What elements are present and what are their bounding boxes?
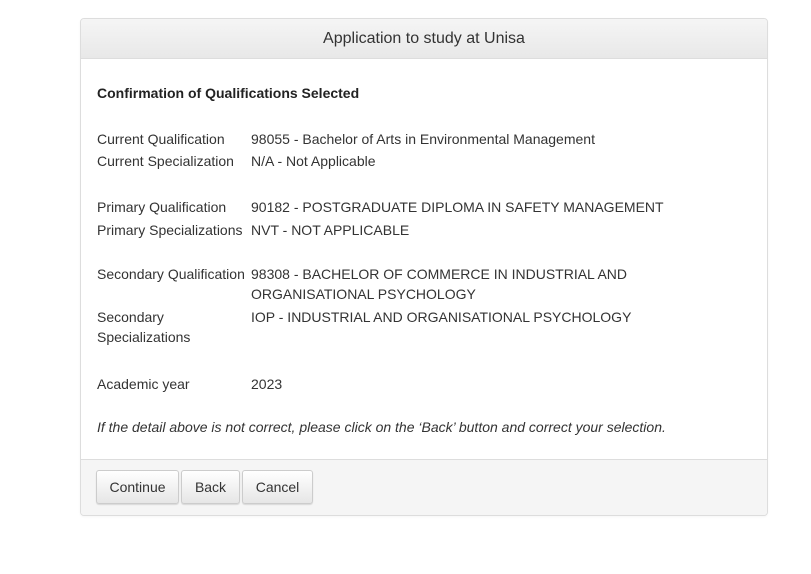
primary-qualification-label: Primary Qualification	[97, 199, 227, 215]
primary-qualification-value: 90182 - POSTGRADUATE DIPLOMA IN SAFETY M…	[251, 199, 664, 215]
secondary-qualification-value: 98308 - BACHELOR OF COMMERCE IN INDUSTRI…	[251, 266, 628, 302]
application-panel: Application to study at Unisa Confirmati…	[80, 18, 768, 516]
panel-header: Application to study at Unisa	[81, 19, 767, 59]
back-button[interactable]: Back	[181, 470, 240, 504]
current-specialization-value: N/A - Not Applicable	[251, 153, 376, 169]
secondary-specializations-label: Secondary Specializations	[97, 309, 191, 345]
section-title: Confirmation of Qualifications Selected	[97, 85, 360, 101]
primary-specializations-value: NVT - NOT APPLICABLE	[251, 222, 410, 238]
current-specialization-row: Current Specialization N/A - Not Applica…	[97, 151, 737, 171]
secondary-qualification-label: Secondary Qualification	[97, 266, 245, 282]
academic-year-value: 2023	[251, 376, 283, 392]
current-qualification-label: Current Qualification	[97, 131, 225, 147]
current-specialization-label: Current Specialization	[97, 153, 234, 169]
continue-button[interactable]: Continue	[96, 470, 179, 504]
cancel-button[interactable]: Cancel	[242, 470, 313, 504]
page-title: Application to study at Unisa	[323, 30, 525, 47]
secondary-qualification-row: Secondary Qualification 98308 - BACHELOR…	[97, 264, 737, 304]
primary-specializations-row: Primary Specializations NVT - NOT APPLIC…	[97, 220, 737, 240]
current-qualification-row: Current Qualification 98055 - Bachelor o…	[97, 129, 737, 149]
secondary-specializations-row: Secondary Specializations IOP - INDUSTRI…	[97, 307, 737, 347]
academic-year-label: Academic year	[97, 376, 190, 392]
panel-body: Confirmation of Qualifications Selected …	[81, 59, 767, 462]
correction-note: If the detail above is not correct, plea…	[97, 419, 666, 435]
secondary-specializations-value: IOP - INDUSTRIAL AND ORGANISATIONAL PSYC…	[251, 309, 632, 325]
current-qualification-value: 98055 - Bachelor of Arts in Environmenta…	[251, 131, 595, 147]
primary-specializations-label: Primary Specializations	[97, 222, 243, 238]
panel-footer: Continue Back Cancel	[81, 459, 767, 515]
academic-year-row: Academic year 2023	[97, 374, 737, 394]
primary-qualification-row: Primary Qualification 90182 - POSTGRADUA…	[97, 197, 737, 217]
